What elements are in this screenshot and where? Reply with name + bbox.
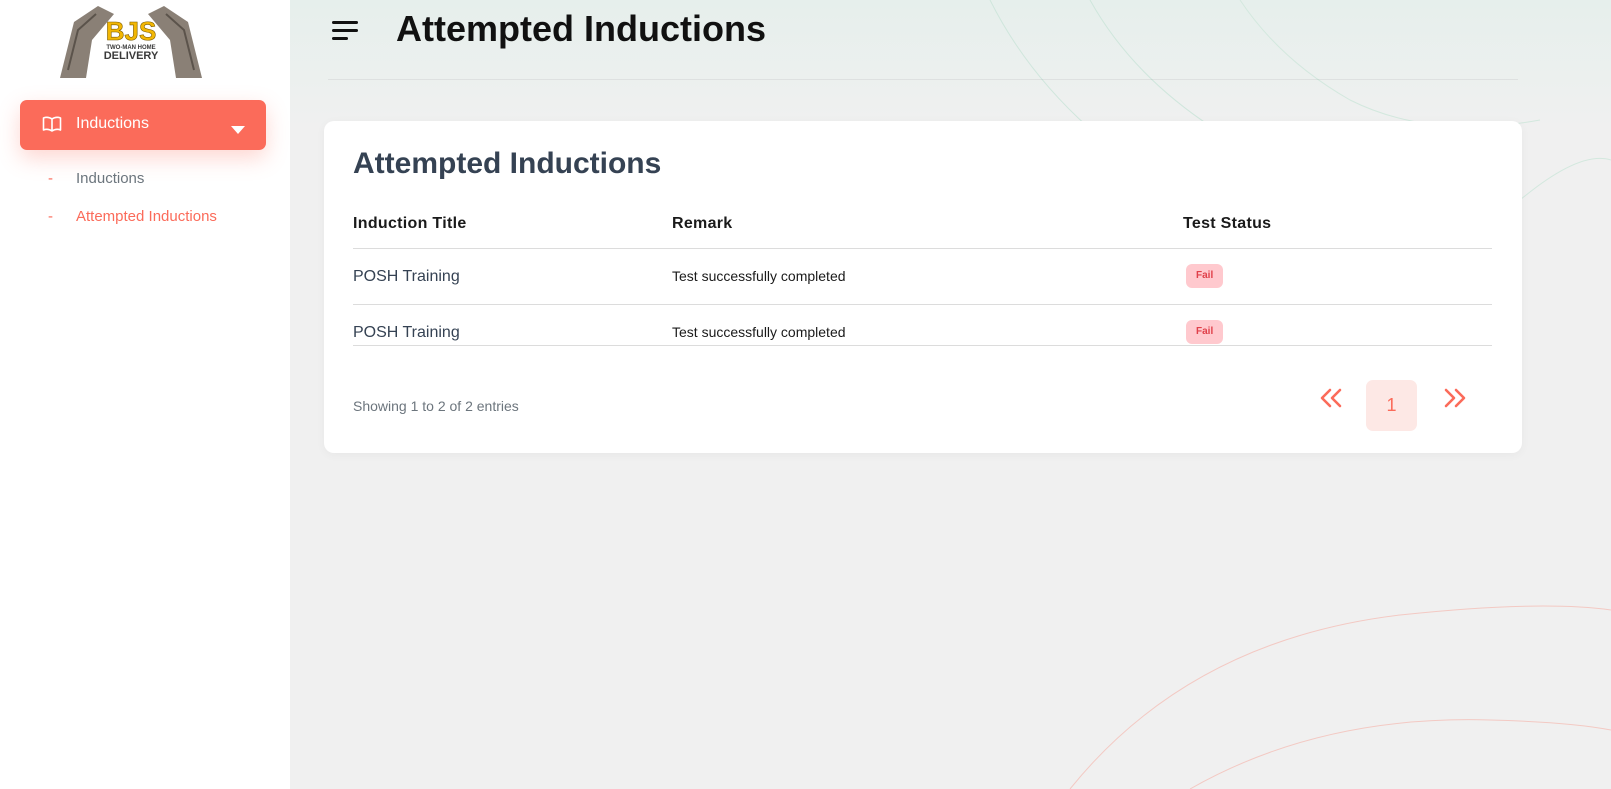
entries-info: Showing 1 to 2 of 2 entries [353, 398, 519, 414]
bjs-logo: BJS TWO-MAN HOME DELIVERY [52, 0, 210, 80]
column-header-remark[interactable]: Remark [672, 215, 733, 233]
header-divider [328, 79, 1518, 80]
nav-inductions-label: Inductions [76, 115, 149, 132]
remark-cell: Test successfully completed [672, 324, 846, 340]
double-chevron-left-icon [1320, 388, 1342, 408]
column-header-test-status[interactable]: Test Status [1183, 215, 1271, 233]
table-divider [353, 304, 1492, 305]
induction-title-cell: POSH Training [353, 268, 460, 285]
sidebar-item-attempted-inductions[interactable]: - Attempted Inductions [48, 208, 217, 225]
nav-inductions-toggle[interactable]: Inductions [20, 100, 266, 150]
dash-marker: - [48, 208, 53, 225]
attempted-inductions-card: Attempted Inductions Induction Title Rem… [324, 121, 1522, 453]
pagination-last-button[interactable] [1440, 386, 1468, 410]
pagination-first-button[interactable] [1318, 386, 1346, 410]
column-header-induction-title[interactable]: Induction Title [353, 215, 467, 233]
card-title: Attempted Inductions [353, 147, 662, 180]
table-divider [353, 248, 1492, 249]
caret-down-icon [231, 121, 245, 139]
sidebar-item-inductions[interactable]: - Inductions [48, 170, 144, 187]
remark-cell: Test successfully completed [672, 268, 846, 284]
dash-marker: - [48, 170, 53, 187]
sidebar: BJS TWO-MAN HOME DELIVERY Inductions - In… [0, 0, 290, 789]
menu-toggle-icon[interactable] [332, 19, 360, 48]
table-divider [353, 345, 1492, 346]
pagination-page-1[interactable]: 1 [1366, 380, 1417, 431]
status-badge: Fail [1186, 264, 1224, 288]
sidebar-item-label: Inductions [76, 170, 145, 187]
main-content: Attempted Inductions Attempted Induction… [290, 0, 1611, 789]
sidebar-item-label: Attempted Inductions [76, 208, 217, 225]
induction-title-cell: POSH Training [353, 324, 460, 341]
logo-main-text: BJS [106, 16, 157, 46]
book-icon [42, 115, 62, 138]
logo-bottom-text: DELIVERY [104, 50, 159, 62]
double-chevron-right-icon [1444, 388, 1466, 408]
page-title: Attempted Inductions [396, 8, 766, 49]
status-badge: Fail [1186, 320, 1224, 344]
